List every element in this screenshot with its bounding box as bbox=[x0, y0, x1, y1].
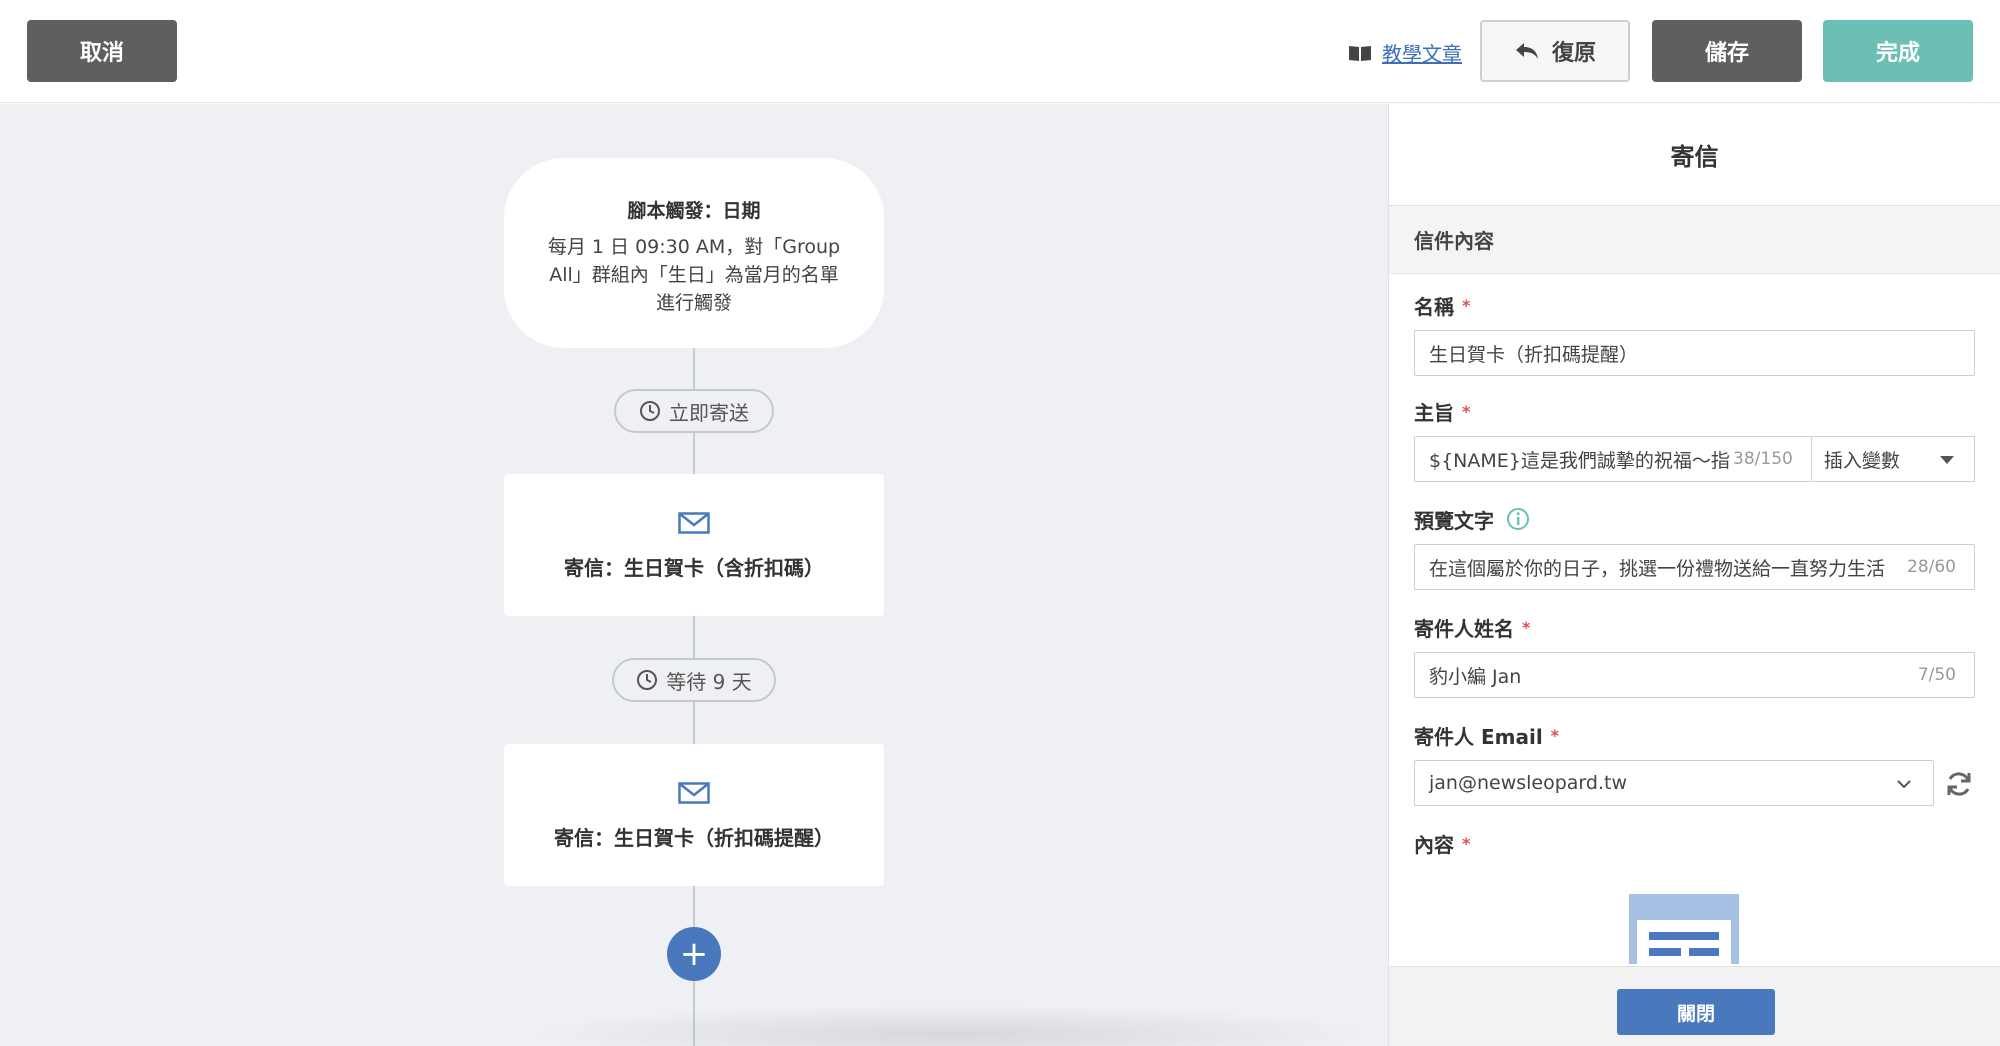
required-mark: * bbox=[1550, 725, 1560, 745]
trigger-title: 腳本觸發：日期 bbox=[627, 200, 761, 222]
mail-icon bbox=[678, 512, 710, 534]
mail-settings-panel: 寄信 信件內容 名稱 * 生日賀卡（折扣碼提醒） 主旨 * ${NAME}這是我… bbox=[1388, 104, 2000, 1046]
tutorial-link[interactable]: 教學文章 bbox=[1348, 38, 1462, 67]
sender-name-label-row: 寄件人姓名 * bbox=[1414, 612, 1975, 642]
name-label: 名稱 bbox=[1414, 294, 1454, 319]
refresh-icon[interactable] bbox=[1944, 769, 1974, 799]
undo-button[interactable]: 復原 bbox=[1480, 20, 1630, 82]
undo-icon bbox=[1515, 43, 1538, 59]
trigger-description: 每月 1 日 09:30 AM，對「Group All」群組內「生日」為當月的名… bbox=[547, 236, 841, 314]
close-button[interactable]: 關閉 bbox=[1617, 989, 1775, 1035]
tutorial-label[interactable]: 教學文章 bbox=[1382, 38, 1462, 67]
clock-icon bbox=[637, 670, 658, 690]
cancel-button[interactable]: 取消 bbox=[27, 20, 177, 82]
subject-value: ${NAME}這是我們誠摯的祝福～指 bbox=[1429, 449, 1730, 472]
content-label-row: 內容 * bbox=[1414, 828, 1975, 858]
template-bar bbox=[1689, 948, 1719, 956]
preview-label: 預覽文字 bbox=[1414, 508, 1494, 533]
content-label: 內容 bbox=[1414, 832, 1454, 857]
required-mark: * bbox=[1462, 295, 1471, 315]
panel-title: 寄信 bbox=[1389, 104, 2000, 206]
mail-node-label: 寄信：生日賀卡（折扣碼提醒） bbox=[554, 826, 834, 850]
sender-email-select[interactable]: jan@newsleopard.tw bbox=[1414, 760, 1934, 806]
name-input[interactable]: 生日賀卡（折扣碼提醒） bbox=[1414, 330, 1975, 376]
sender-email-value: jan@newsleopard.tw bbox=[1429, 772, 1627, 794]
template-bar bbox=[1649, 932, 1719, 940]
template-body bbox=[1637, 920, 1731, 970]
info-icon[interactable] bbox=[1506, 507, 1530, 531]
sender-email-row: jan@newsleopard.tw bbox=[1414, 760, 1975, 806]
preview-text-counter: 28/60 bbox=[1905, 557, 1956, 577]
preview-text-input[interactable]: 在這個屬於你的日子，挑選一份禮物送給一直努力生活 28/60 bbox=[1414, 544, 1975, 590]
mail-node-discount-reminder[interactable]: 寄信：生日賀卡（折扣碼提醒） bbox=[504, 744, 884, 886]
add-step-button[interactable]: + bbox=[667, 927, 721, 981]
subject-counter: 38/150 bbox=[1731, 449, 1793, 469]
caret-down-icon bbox=[1940, 456, 1954, 464]
chevron-down-icon bbox=[1897, 780, 1911, 789]
name-label-row: 名稱 * bbox=[1414, 290, 1975, 320]
name-value: 生日賀卡（折扣碼提醒） bbox=[1429, 343, 1639, 366]
undo-label: 復原 bbox=[1551, 41, 1596, 66]
mail-form: 名稱 * 生日賀卡（折扣碼提醒） 主旨 * ${NAME}這是我們誠摯的祝福～指… bbox=[1389, 290, 2000, 858]
delay-label: 等待 9 天 bbox=[666, 669, 752, 694]
sender-name-value: 豹小編 Jan bbox=[1429, 665, 1522, 688]
canvas-shadow bbox=[520, 1004, 1380, 1046]
panel-footer: 關閉 bbox=[1389, 966, 2000, 1046]
sender-name-counter: 7/50 bbox=[1915, 665, 1956, 685]
preview-text-value: 在這個屬於你的日子，挑選一份禮物送給一直努力生活 bbox=[1429, 557, 1886, 580]
top-toolbar: 取消 教學文章 復原 儲存 完成 bbox=[0, 0, 2000, 103]
required-mark: * bbox=[1462, 833, 1471, 853]
sender-email-label-row: 寄件人 Email * bbox=[1414, 720, 1975, 750]
sender-email-label: 寄件人 Email bbox=[1414, 724, 1543, 749]
subject-label-row: 主旨 * bbox=[1414, 396, 1975, 426]
insert-variable-label: 插入變數 bbox=[1823, 449, 1900, 472]
required-mark: * bbox=[1522, 617, 1531, 637]
template-bar bbox=[1649, 948, 1681, 956]
insert-variable-select[interactable]: 插入變數 bbox=[1811, 436, 1975, 482]
sender-name-label: 寄件人姓名 bbox=[1414, 616, 1514, 641]
delay-node-wait[interactable]: 等待 9 天 bbox=[612, 658, 776, 702]
subject-input[interactable]: ${NAME}這是我們誠摯的祝福～指 38/150 bbox=[1414, 436, 1812, 482]
subject-label: 主旨 bbox=[1414, 400, 1454, 425]
done-button[interactable]: 完成 bbox=[1823, 20, 1973, 82]
delay-label: 立即寄送 bbox=[669, 400, 749, 425]
mail-icon bbox=[678, 782, 710, 804]
clock-icon bbox=[640, 401, 660, 421]
delay-node-immediate[interactable]: 立即寄送 bbox=[614, 389, 774, 433]
mail-node-birthday-card[interactable]: 寄信：生日賀卡（含折扣碼） bbox=[504, 474, 884, 616]
save-button[interactable]: 儲存 bbox=[1652, 20, 1802, 82]
book-icon bbox=[1349, 45, 1371, 61]
preview-label-row: 預覽文字 bbox=[1414, 504, 1975, 534]
email-template-icon[interactable] bbox=[1629, 894, 1739, 970]
section-header-mail-content: 信件內容 bbox=[1389, 206, 2000, 274]
trigger-node[interactable]: 腳本觸發：日期 每月 1 日 09:30 AM，對「Group All」群組內「… bbox=[504, 158, 884, 348]
sender-name-input[interactable]: 豹小編 Jan 7/50 bbox=[1414, 652, 1975, 698]
flow-canvas[interactable]: 腳本觸發：日期 每月 1 日 09:30 AM，對「Group All」群組內「… bbox=[0, 104, 1388, 1046]
mail-node-label: 寄信：生日賀卡（含折扣碼） bbox=[564, 556, 824, 580]
required-mark: * bbox=[1462, 401, 1471, 421]
subject-row: ${NAME}這是我們誠摯的祝福～指 38/150 插入變數 bbox=[1414, 436, 1975, 482]
